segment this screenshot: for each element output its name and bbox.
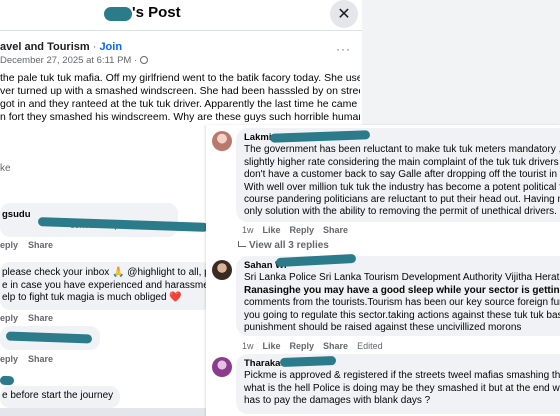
comment-line: has to pay the damages with blank days ? <box>244 395 431 407</box>
like-button[interactable]: ke <box>0 163 11 174</box>
comment-bubble: Sahan Wi Sri Lanka Police Sri Lanka Tour… <box>236 256 560 336</box>
comment-line: punishment should be raised against thes… <box>244 322 522 334</box>
comment-bubble: please check your inbox 🙏 @highlight to … <box>0 262 212 310</box>
post-header: 's Post ✕ <box>0 0 362 28</box>
reply-button[interactable]: eply <box>0 313 18 323</box>
reply-button[interactable]: Reply <box>290 225 315 235</box>
comment-bubble: e before start the journey <box>0 386 120 408</box>
post-title: 's Post <box>132 4 181 21</box>
comment-line: elp to fight tuk magia is much obliged ❤… <box>2 292 182 303</box>
reply-button[interactable]: eply <box>0 240 18 250</box>
comment-line: you going to regulate this sector.taking… <box>244 309 560 321</box>
like-button[interactable]: Like <box>263 225 281 235</box>
globe-icon <box>139 56 148 64</box>
comment-actions: eply Share <box>0 240 63 250</box>
comment-line: what is the hell Police is doing may be … <box>244 382 560 394</box>
header-divider <box>0 30 362 31</box>
comment-line: e before start the journey <box>2 390 114 401</box>
comment-line: Ranasinghe you may have a good sleep whi… <box>244 284 560 296</box>
post-body-line: the pale tuk tuk mafia. Off my girlfrien… <box>0 72 360 84</box>
share-button[interactable]: Share <box>323 341 348 351</box>
comment-actions: 1w Like Reply Share <box>242 225 357 235</box>
comment-line: e in case you have experienced and haras… <box>2 279 212 291</box>
comment-line: Sri Lanka Police Sri Lanka Tourism Devel… <box>244 272 560 284</box>
comment-line: With well over million tuk tuk the indus… <box>244 181 560 193</box>
group-line: avel and Tourism · Join <box>0 41 122 53</box>
comment-line: don't have a customer back to say Galle … <box>244 169 560 181</box>
avatar[interactable] <box>212 357 232 377</box>
avatar[interactable] <box>212 131 232 151</box>
edited-label: Edited <box>357 341 383 351</box>
comment-line: slightly higher rate considering the mai… <box>244 156 560 168</box>
separator: · <box>89 41 100 53</box>
post-date[interactable]: December 27, 2025 at 6:11 PM · <box>0 55 148 66</box>
close-icon: ✕ <box>337 6 351 23</box>
comment-line: course pandering politicians are relucta… <box>244 194 560 206</box>
post-body-line: ver turned up with a smashed windscreen.… <box>0 85 360 97</box>
heart-icon: ❤️ <box>169 292 182 303</box>
comment-actions: eply Share <box>0 313 63 323</box>
reply-button[interactable]: Reply <box>290 341 315 351</box>
comment-line: Pickme is approved & registered if the s… <box>244 370 560 382</box>
avatar[interactable] <box>212 260 232 280</box>
share-button[interactable]: Share <box>28 240 53 250</box>
share-button[interactable]: Share <box>323 225 348 235</box>
comment-composer-edge <box>0 408 220 416</box>
commenter-name[interactable]: gsudu <box>2 209 31 222</box>
comment-time: 1w <box>242 341 254 351</box>
view-replies-link[interactable]: View all 3 replies <box>238 240 329 251</box>
post-body-line: got in and they ranteed at the tuk tuk d… <box>0 98 360 110</box>
group-name[interactable]: avel and Tourism <box>0 41 90 53</box>
post-body-line: n fort they smashed his windscreem. Why … <box>0 111 360 123</box>
comment-actions: eply Share <box>0 354 63 364</box>
comment-actions: 1w Like Reply Share Edited <box>242 341 392 351</box>
comment-line: only solution with the ability to removi… <box>244 206 557 218</box>
share-button[interactable]: Share <box>28 354 53 364</box>
comment-line: please check your inbox 🙏 @highlight to … <box>2 267 212 278</box>
comment-line: The government has been reluctant to mak… <box>244 144 560 156</box>
comments-screenshot: Lakmin The government has been reluctant… <box>206 125 560 416</box>
close-button[interactable]: ✕ <box>330 0 358 28</box>
share-button[interactable]: Share <box>28 313 53 323</box>
comment-line: comments from the tourists.Tourism has b… <box>244 297 560 309</box>
comment-time: 1w <box>242 225 254 235</box>
join-link[interactable]: Join <box>99 41 122 53</box>
like-button[interactable]: Like <box>263 341 281 351</box>
more-options-icon[interactable]: ··· <box>336 42 351 56</box>
reply-button[interactable]: eply <box>0 354 18 364</box>
reply-arrow-icon <box>238 241 246 247</box>
post-body: the pale tuk tuk mafia. Off my girlfrien… <box>0 72 360 124</box>
redaction-mark <box>0 375 15 386</box>
